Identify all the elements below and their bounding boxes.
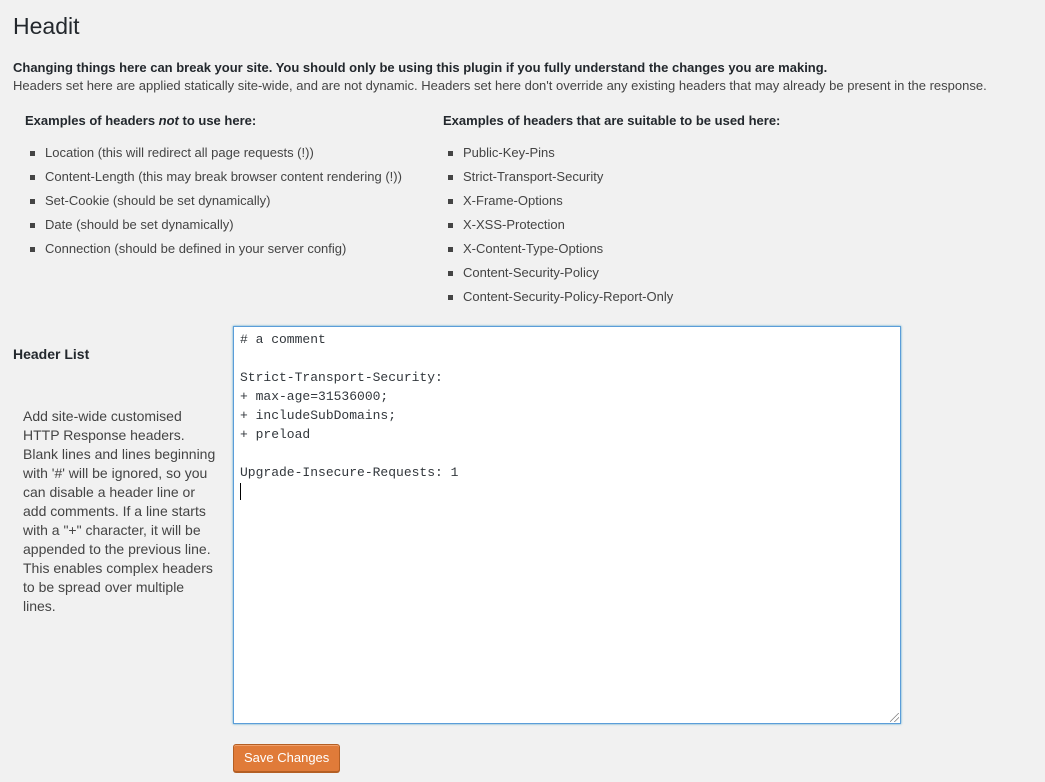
textarea-line — [240, 349, 458, 368]
header-list-textarea[interactable]: # a comment Strict-Transport-Security: +… — [233, 326, 901, 724]
textarea-line: + max-age=31536000; — [240, 389, 389, 404]
bullet-icon — [448, 295, 453, 300]
examples-not-heading: Examples of headers not to use here: — [25, 112, 402, 130]
list-item: Strict-Transport-Security — [443, 168, 780, 192]
list-item-label: X-Content-Type-Options — [463, 241, 604, 256]
list-item: Content-Security-Policy — [443, 264, 780, 288]
textarea-line — [240, 444, 458, 463]
textarea-caret-line — [240, 482, 458, 501]
list-item: Content-Security-Policy-Report-Only — [443, 288, 780, 312]
header-list-description: Add site-wide customised HTTP Response h… — [23, 408, 216, 614]
info-note: Headers set here are applied statically … — [13, 78, 987, 93]
list-item: Location (this will redirect all page re… — [25, 144, 402, 168]
bullet-icon — [30, 223, 35, 228]
resize-handle-icon[interactable] — [890, 713, 899, 722]
page-title: Headit — [13, 13, 80, 39]
bullet-icon — [30, 175, 35, 180]
bullet-icon — [448, 175, 453, 180]
header-list-label: Header List — [13, 346, 90, 362]
examples-ok-list: Public-Key-Pins Strict-Transport-Securit… — [443, 144, 780, 312]
list-item-label: Strict-Transport-Security — [463, 169, 604, 184]
examples-ok-heading: Examples of headers that are suitable to… — [443, 113, 781, 128]
textarea-line: + includeSubDomains; — [240, 408, 397, 423]
bullet-icon — [448, 199, 453, 204]
bullet-icon — [448, 223, 453, 228]
list-item-label: Set-Cookie (should be set dynamically) — [45, 193, 271, 208]
bullet-icon — [448, 271, 453, 276]
list-item-label: X-Frame-Options — [463, 193, 563, 208]
textarea-line: # a comment — [240, 332, 326, 347]
list-item: Content-Length (this may break browser c… — [25, 168, 402, 192]
heading-text-end: to use here: — [178, 113, 257, 128]
examples-not-list: Location (this will redirect all page re… — [25, 144, 402, 264]
list-item: Date (should be set dynamically) — [25, 216, 402, 240]
textarea-line: Strict-Transport-Security: — [240, 370, 443, 385]
examples-ok-section: Examples of headers that are suitable to… — [443, 112, 780, 312]
warning-text: Changing things here can break your site… — [13, 60, 828, 75]
textarea-line: Upgrade-Insecure-Requests: 1 — [240, 465, 459, 480]
textarea-content: # a comment Strict-Transport-Security: +… — [240, 330, 458, 501]
bullet-icon — [448, 247, 453, 252]
save-changes-button[interactable]: Save Changes — [233, 744, 341, 772]
list-item-label: Public-Key-Pins — [463, 145, 555, 160]
list-item-label: X-XSS-Protection — [463, 217, 565, 232]
list-item: Set-Cookie (should be set dynamically) — [25, 192, 402, 216]
bullet-icon — [30, 199, 35, 204]
list-item: Connection (should be defined in your se… — [25, 240, 402, 264]
list-item-label: Content-Security-Policy — [463, 265, 599, 280]
list-item-label: Connection (should be defined in your se… — [45, 241, 347, 256]
list-item: Public-Key-Pins — [443, 144, 780, 168]
bullet-icon — [30, 247, 35, 252]
list-item-label: Content-Length (this may break browser c… — [45, 169, 402, 184]
heading-text: Examples of headers — [25, 113, 159, 128]
list-item: X-Content-Type-Options — [443, 240, 780, 264]
heading-emphasis: not — [158, 113, 179, 128]
list-item-label: Date (should be set dynamically) — [45, 217, 234, 232]
examples-not-section: Examples of headers not to use here: Loc… — [25, 112, 402, 264]
list-item-label: Content-Security-Policy-Report-Only — [463, 289, 674, 304]
textarea-line: + preload — [240, 427, 311, 442]
bullet-icon — [30, 151, 35, 156]
list-item: X-XSS-Protection — [443, 216, 780, 240]
list-item: X-Frame-Options — [443, 192, 780, 216]
bullet-icon — [448, 151, 453, 156]
text-caret — [240, 483, 241, 501]
list-item-label: Location (this will redirect all page re… — [45, 145, 314, 160]
